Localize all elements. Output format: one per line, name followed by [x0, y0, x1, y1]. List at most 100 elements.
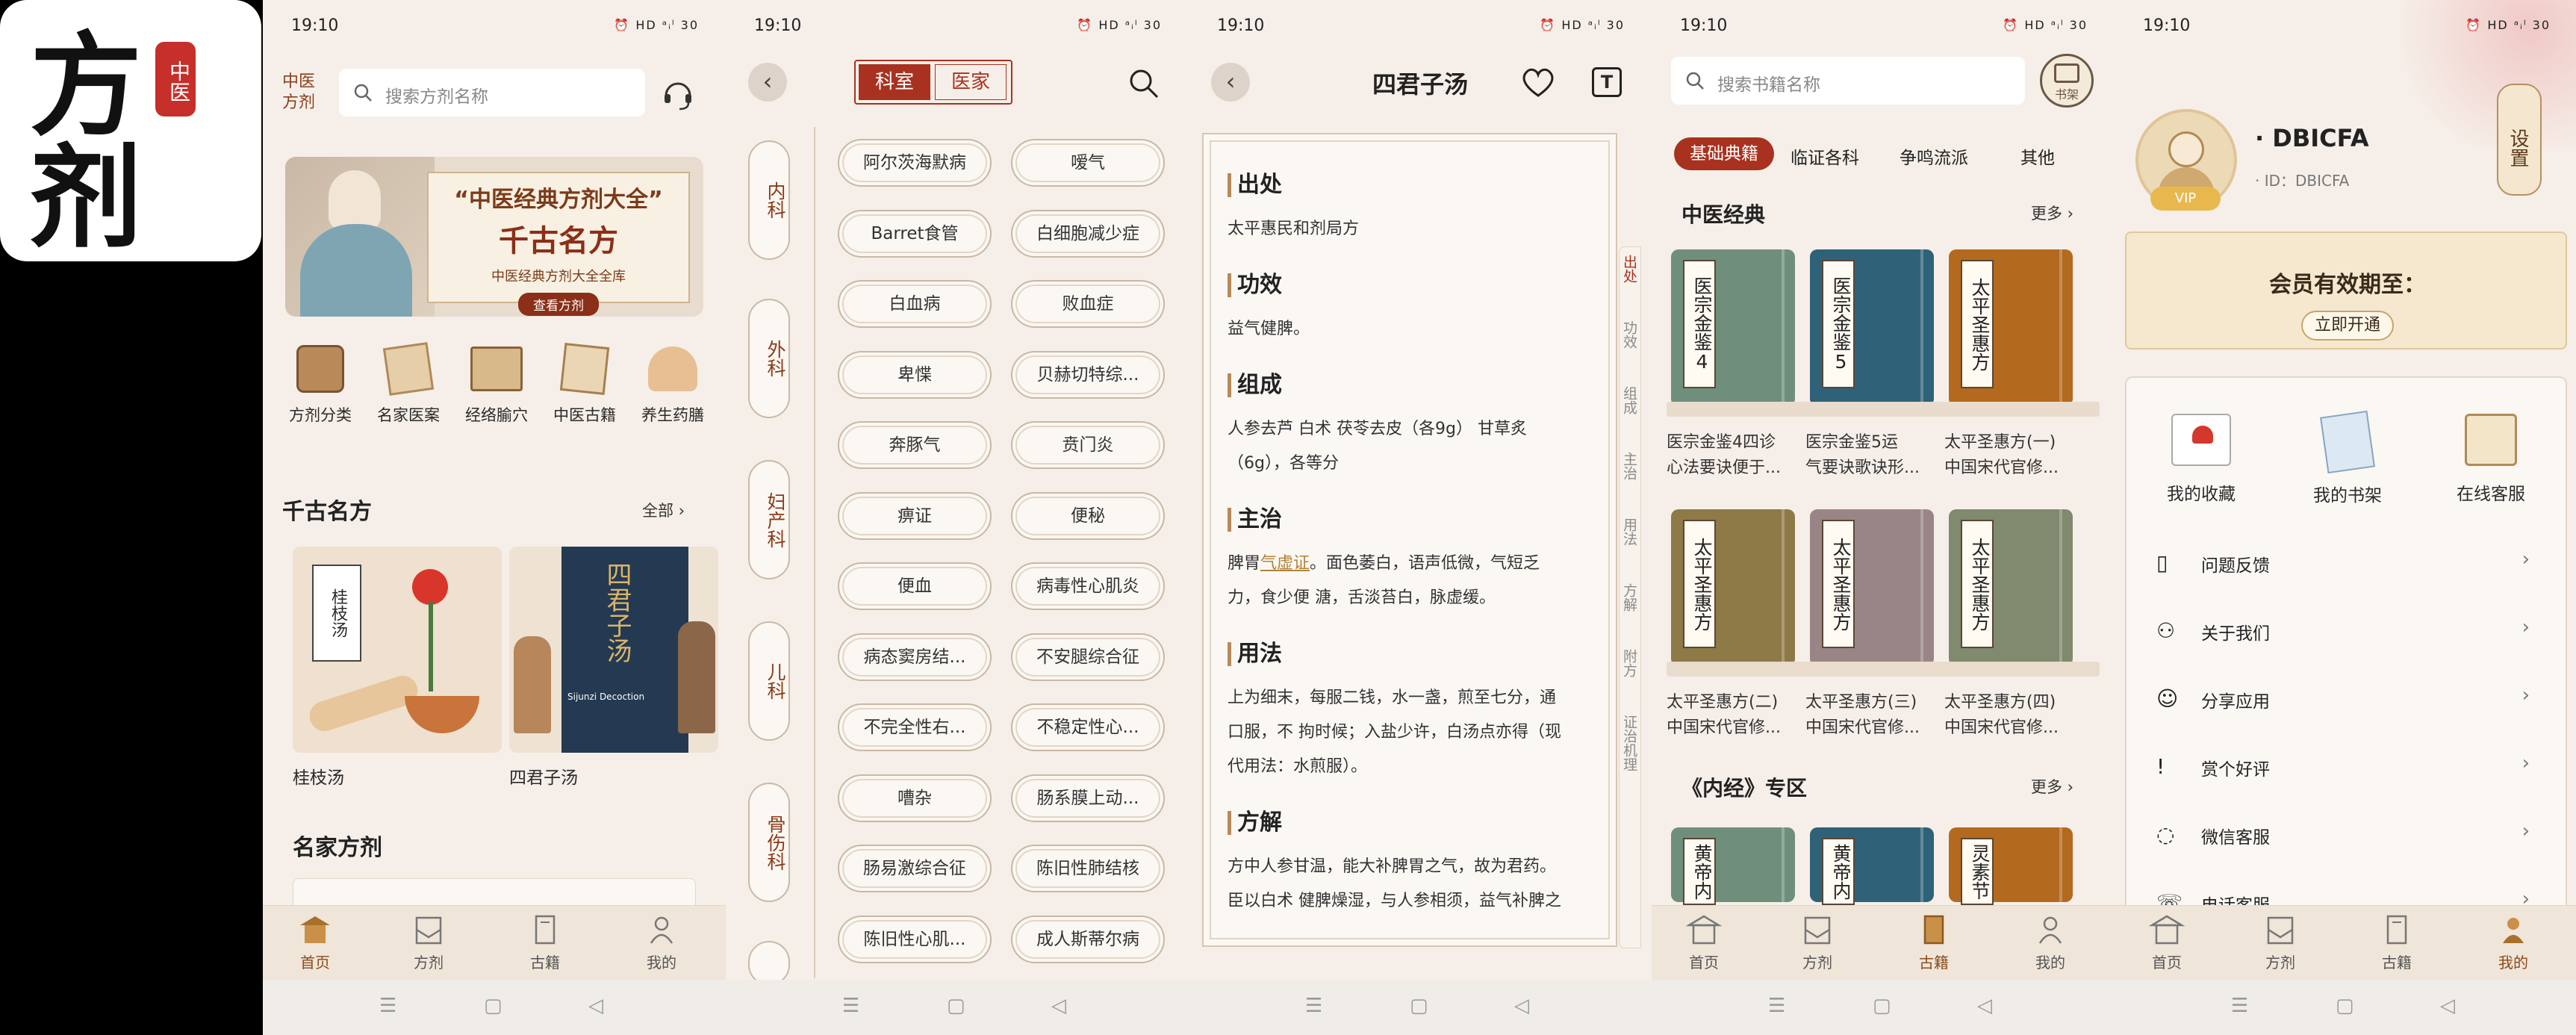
- disease-item[interactable]: 贲门炎: [1011, 421, 1165, 469]
- disease-item[interactable]: 败血症: [1011, 280, 1165, 328]
- section-classics-more[interactable]: 更多 ›: [2031, 202, 2073, 224]
- nav-back-icon[interactable]: ◁: [1051, 995, 1066, 1017]
- tab-home[interactable]: 首页: [2129, 913, 2204, 972]
- font-size-button[interactable]: T: [1592, 67, 1622, 97]
- disease-item[interactable]: 奔豚气: [838, 421, 992, 469]
- formula-card-sijunzi-image[interactable]: 四君子汤 Sijunzi Decoction: [509, 547, 718, 753]
- disease-item[interactable]: 病态窦房结...: [838, 632, 992, 681]
- disease-item[interactable]: 嘈杂: [838, 774, 992, 822]
- menu-row[interactable]: ☺ 分享应用 ›: [2156, 677, 2530, 721]
- section-neijing-more[interactable]: 更多 ›: [2031, 775, 2073, 798]
- tab-formula[interactable]: 方剂: [391, 913, 466, 972]
- section-index-item[interactable]: 主治: [1621, 452, 1639, 480]
- bookshelf-button[interactable]: 书架: [2040, 54, 2094, 108]
- book-title[interactable]: 太平圣惠方(四): [1944, 690, 2086, 715]
- formula-card-guizhi-name[interactable]: 桂枝汤: [293, 763, 344, 789]
- tab-home[interactable]: 首页: [1667, 913, 1741, 972]
- disease-item[interactable]: Barret食管: [838, 209, 992, 258]
- tab-clinical[interactable]: 临证各科: [1791, 143, 1859, 169]
- book-title[interactable]: 太平圣惠方(三): [1805, 690, 1947, 715]
- disease-item[interactable]: 肠系膜上动...: [1011, 774, 1165, 822]
- nav-home-icon[interactable]: ▢: [947, 995, 965, 1017]
- book-cover[interactable]: 太平圣惠方: [1949, 509, 2073, 666]
- section-index-item[interactable]: 组成: [1621, 386, 1639, 414]
- nav-home-icon[interactable]: ▢: [2336, 995, 2354, 1017]
- tab-classics[interactable]: 古籍: [1897, 913, 1971, 972]
- book-title[interactable]: 医宗金鉴5运: [1805, 430, 1947, 456]
- search-icon[interactable]: [1126, 66, 1162, 102]
- home-banner[interactable]: “中医经典方剂大全” 千古名方 中医经典方剂大全全库 查看方剂: [285, 157, 703, 317]
- tab-classics[interactable]: 古籍: [2359, 913, 2434, 972]
- nav-menu-icon[interactable]: ☰: [2231, 995, 2248, 1017]
- quick-online-service[interactable]: 在线客服: [2446, 414, 2536, 505]
- category-cases[interactable]: 名家医案: [367, 342, 449, 426]
- nav-back-icon[interactable]: ◁: [2440, 995, 2455, 1017]
- book-cover[interactable]: 灵素节: [1949, 827, 2073, 905]
- segment-department[interactable]: 科室: [859, 64, 930, 100]
- disease-item[interactable]: 陈旧性心肌...: [838, 915, 992, 963]
- section-index-item[interactable]: 证治机理: [1621, 715, 1639, 771]
- tab-classics[interactable]: 古籍: [508, 913, 582, 972]
- menu-row[interactable]: ◌ 微信客服 ›: [2156, 812, 2530, 857]
- headset-icon[interactable]: [659, 73, 697, 112]
- side-tab-more[interactable]: [748, 941, 790, 986]
- disease-item[interactable]: 不稳定性心...: [1011, 703, 1165, 751]
- heart-icon[interactable]: [1519, 64, 1558, 100]
- section-famous-more[interactable]: 全部 ›: [642, 499, 685, 521]
- search-input[interactable]: 搜索方剂名称: [339, 69, 645, 116]
- disease-item[interactable]: 不完全性右...: [838, 703, 992, 751]
- formula-card-sijunzi-name[interactable]: 四君子汤: [509, 763, 578, 789]
- nav-home-icon[interactable]: ▢: [1873, 995, 1891, 1017]
- category-formula[interactable]: 方剂分类: [279, 345, 361, 426]
- disease-item[interactable]: 白细胞减少症: [1011, 209, 1165, 258]
- quick-bookshelf[interactable]: 我的书架: [2303, 410, 2392, 506]
- book-cover[interactable]: 黄帝内: [1671, 827, 1795, 905]
- section-index-item[interactable]: 用法: [1621, 518, 1639, 546]
- category-acupoints[interactable]: 经络腧穴: [455, 345, 538, 426]
- side-tab-pediatrics[interactable]: 儿科: [748, 621, 790, 741]
- category-diet[interactable]: 养生药膳: [632, 345, 714, 426]
- disease-item[interactable]: 病毒性心肌炎: [1011, 562, 1165, 610]
- disease-item[interactable]: 陈旧性肺结核: [1011, 845, 1165, 892]
- syndrome-link[interactable]: 气虚证: [1260, 554, 1310, 573]
- disease-item[interactable]: 贝赫切特综...: [1011, 350, 1165, 399]
- disease-item[interactable]: 不安腿综合征: [1011, 632, 1165, 681]
- tab-formula[interactable]: 方剂: [2243, 913, 2318, 972]
- book-title[interactable]: 太平圣惠方(二): [1667, 690, 1808, 715]
- section-index-item[interactable]: 附方: [1621, 649, 1639, 677]
- tab-schools[interactable]: 争鸣流派: [1900, 143, 1968, 169]
- disease-item[interactable]: 白血病: [838, 280, 992, 328]
- tab-basic-classics[interactable]: 基础典籍: [1674, 137, 1774, 170]
- book-cover[interactable]: 太平圣惠方: [1949, 249, 2073, 406]
- tab-other[interactable]: 其他: [2020, 143, 2055, 169]
- book-cover[interactable]: 医宗金鉴5: [1810, 249, 1934, 406]
- book-cover[interactable]: 太平圣惠方: [1810, 509, 1934, 666]
- back-button[interactable]: ‹: [748, 63, 787, 102]
- side-tab-internal[interactable]: 内科: [748, 140, 790, 260]
- section-index-item[interactable]: 方解: [1621, 583, 1639, 612]
- book-title[interactable]: 太平圣惠方(一): [1944, 430, 2086, 456]
- section-index-item[interactable]: 功效: [1621, 320, 1639, 349]
- nav-menu-icon[interactable]: ☰: [1768, 995, 1785, 1017]
- book-cover[interactable]: 黄帝内: [1810, 827, 1934, 905]
- disease-item[interactable]: 肠易激综合征: [838, 845, 992, 892]
- segment-physician[interactable]: 医家: [935, 64, 1007, 100]
- menu-row[interactable]: ⚇ 关于我们 ›: [2156, 609, 2530, 653]
- tab-mine[interactable]: 我的: [2013, 913, 2088, 972]
- disease-item[interactable]: 阿尔茨海默病: [838, 139, 992, 187]
- tab-formula[interactable]: 方剂: [1780, 913, 1855, 972]
- side-tab-gynecology[interactable]: 妇产科: [748, 460, 790, 579]
- nav-back-icon[interactable]: ◁: [1514, 995, 1529, 1017]
- settings-lantern-button[interactable]: 设置: [2497, 84, 2542, 196]
- menu-row[interactable]: ▯ 问题反馈 ›: [2156, 541, 2530, 585]
- nav-menu-icon[interactable]: ☰: [842, 995, 859, 1017]
- nav-back-icon[interactable]: ◁: [588, 995, 603, 1017]
- book-cover[interactable]: 医宗金鉴4: [1671, 249, 1795, 406]
- disease-item[interactable]: 卑惵: [838, 350, 992, 399]
- category-classics[interactable]: 中医古籍: [544, 343, 626, 426]
- formula-card-guizhi-image[interactable]: 桂枝汤: [293, 547, 502, 753]
- tab-home[interactable]: 首页: [278, 913, 352, 972]
- book-title[interactable]: 医宗金鉴4四诊: [1667, 430, 1808, 456]
- side-tab-orthopedics[interactable]: 骨伤科: [748, 783, 790, 902]
- menu-row[interactable]: ! 赏个好评 ›: [2156, 745, 2530, 789]
